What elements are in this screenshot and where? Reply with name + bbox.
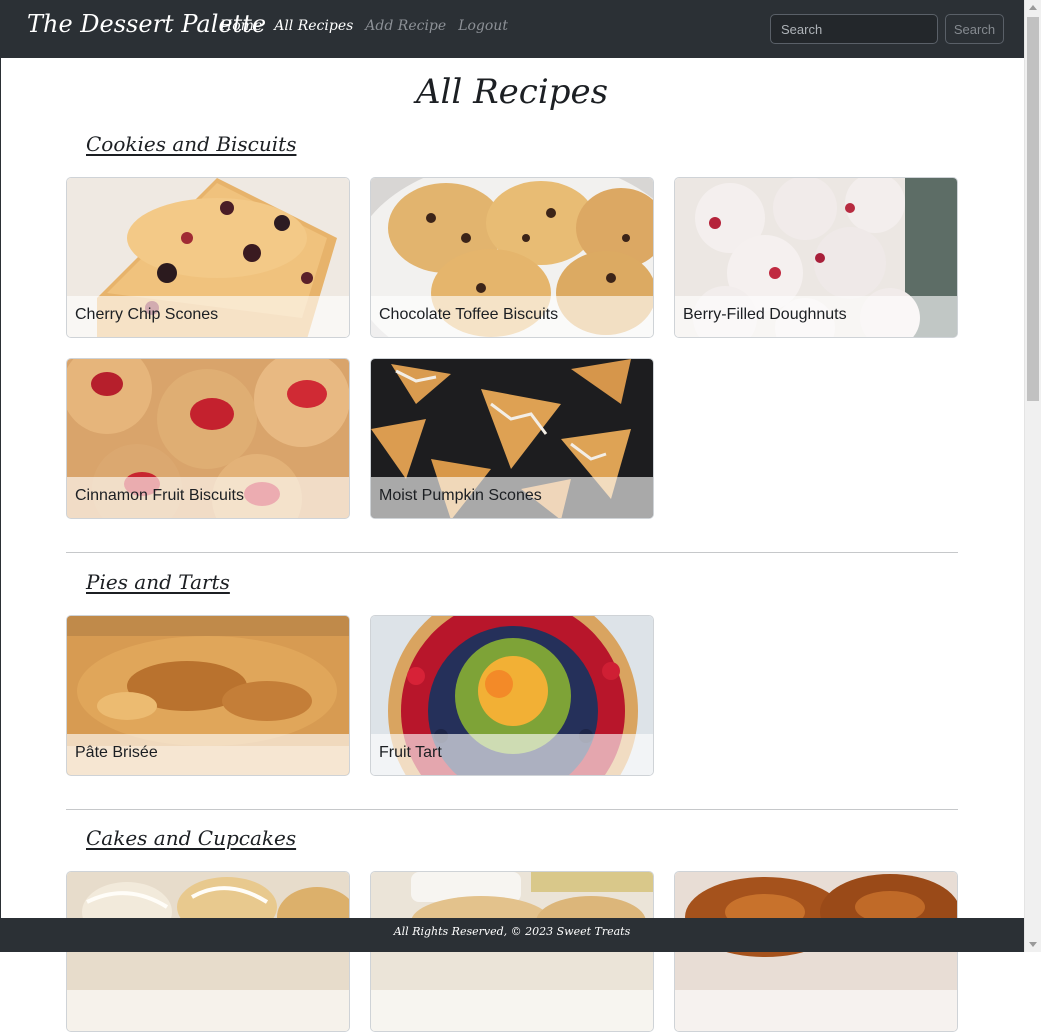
- nav-all-recipes-link[interactable]: All Recipes: [274, 18, 353, 34]
- section-title-cookies: Cookies and Biscuits: [86, 132, 297, 156]
- recipe-card-title: [675, 990, 957, 1031]
- nav-links: Home All Recipes Add Recipe Logout: [220, 18, 508, 34]
- recipe-card-chocolate-toffee-biscuits[interactable]: Chocolate Toffee Biscuits: [370, 177, 654, 338]
- recipe-card-title: Berry-Filled Doughnuts: [675, 296, 957, 337]
- section-divider: [66, 809, 958, 810]
- recipe-card-fruit-tart[interactable]: Fruit Tart: [370, 615, 654, 776]
- recipe-card-berry-filled-doughnuts[interactable]: Berry-Filled Doughnuts: [674, 177, 958, 338]
- search-button[interactable]: Search: [945, 14, 1004, 44]
- recipe-card-cinnamon-fruit-biscuits[interactable]: Cinnamon Fruit Biscuits: [66, 358, 350, 519]
- vertical-scrollbar[interactable]: [1024, 0, 1041, 952]
- recipe-card-title: [371, 990, 653, 1031]
- recipe-card-title: Cherry Chip Scones: [67, 296, 349, 337]
- section-divider: [66, 552, 958, 553]
- search-input[interactable]: [770, 14, 938, 44]
- page-title: All Recipes: [415, 72, 609, 112]
- section-title-cakes: Cakes and Cupcakes: [86, 826, 297, 850]
- scroll-up-arrow-icon[interactable]: [1029, 5, 1037, 10]
- recipe-card-title: Moist Pumpkin Scones: [371, 477, 653, 518]
- recipe-card-pate-brisee[interactable]: Pâte Brisée: [66, 615, 350, 776]
- recipe-card-title: Chocolate Toffee Biscuits: [371, 296, 653, 337]
- recipe-card-title: Fruit Tart: [371, 734, 653, 775]
- scroll-down-arrow-icon[interactable]: [1029, 942, 1037, 947]
- footer: All Rights Reserved, © 2023 Sweet Treats: [0, 918, 1024, 952]
- nav-add-recipe-link[interactable]: Add Recipe: [365, 18, 446, 34]
- recipe-card-title: Cinnamon Fruit Biscuits: [67, 477, 349, 518]
- section-title-pies: Pies and Tarts: [86, 570, 230, 594]
- recipe-card-moist-pumpkin-scones[interactable]: Moist Pumpkin Scones: [370, 358, 654, 519]
- nav-home-link[interactable]: Home: [220, 18, 262, 34]
- recipe-card-title: [67, 990, 349, 1031]
- page-edge: [0, 58, 1, 918]
- navbar: The Dessert Palette Home All Recipes Add…: [0, 0, 1024, 58]
- nav-logout-link[interactable]: Logout: [458, 18, 508, 34]
- recipe-card-cherry-chip-scones[interactable]: Cherry Chip Scones: [66, 177, 350, 338]
- scrollbar-thumb[interactable]: [1027, 17, 1039, 401]
- recipe-card-title: Pâte Brisée: [67, 734, 349, 775]
